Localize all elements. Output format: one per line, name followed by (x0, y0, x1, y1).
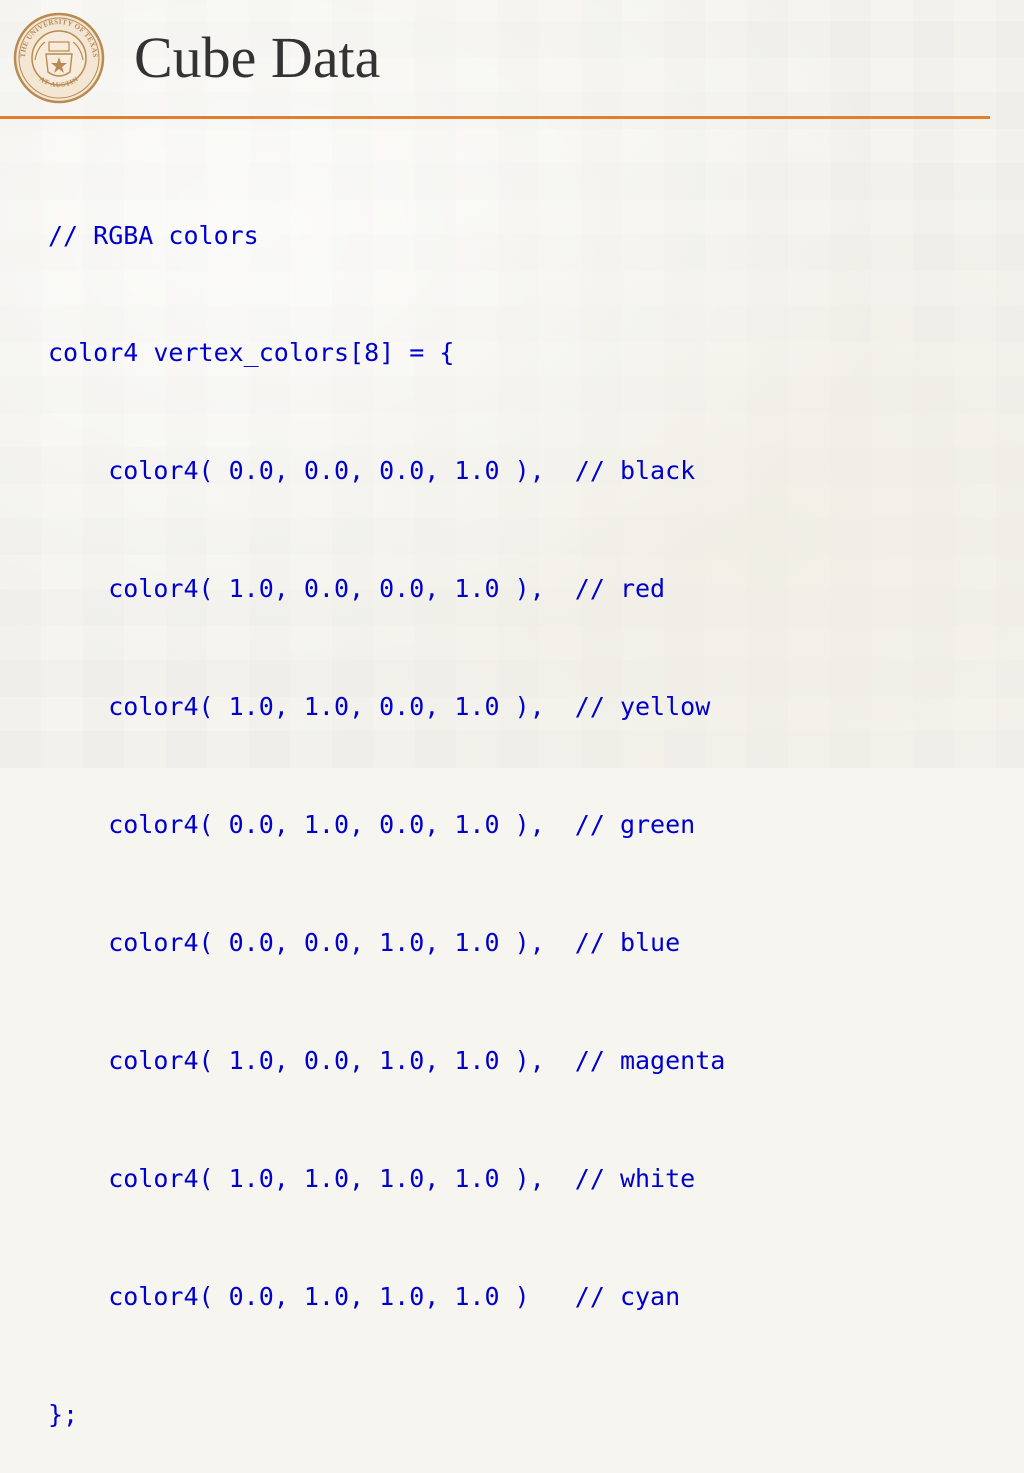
code-line: // RGBA colors (48, 220, 259, 250)
university-seal-icon: THE UNIVERSITY OF TEXAS AT AUSTIN (13, 12, 105, 104)
code-line: color4( 1.0, 1.0, 0.0, 1.0 ), // yellow (48, 692, 711, 722)
title-divider (0, 116, 990, 119)
code-line: color4( 0.0, 1.0, 0.0, 1.0 ), // green (48, 810, 696, 840)
code-line: }; (48, 1399, 79, 1429)
code-line: color4( 0.0, 0.0, 0.0, 1.0 ), // black (48, 456, 696, 486)
code-line: color4( 1.0, 0.0, 0.0, 1.0 ), // red (48, 574, 666, 604)
code-block: // RGBA colors color4 vertex_colors[8] =… (48, 137, 725, 1473)
slide-title: Cube Data (134, 25, 381, 90)
university-seal-logo: THE UNIVERSITY OF TEXAS AT AUSTIN (13, 12, 105, 104)
code-line: color4 vertex_colors[8] = { (48, 338, 455, 368)
code-line: color4( 1.0, 1.0, 1.0, 1.0 ), // white (48, 1163, 696, 1193)
code-line: color4( 1.0, 0.0, 1.0, 1.0 ), // magenta (48, 1045, 726, 1075)
code-line: color4( 0.0, 1.0, 1.0, 1.0 ) // cyan (48, 1281, 681, 1311)
code-line: color4( 0.0, 0.0, 1.0, 1.0 ), // blue (48, 927, 681, 957)
